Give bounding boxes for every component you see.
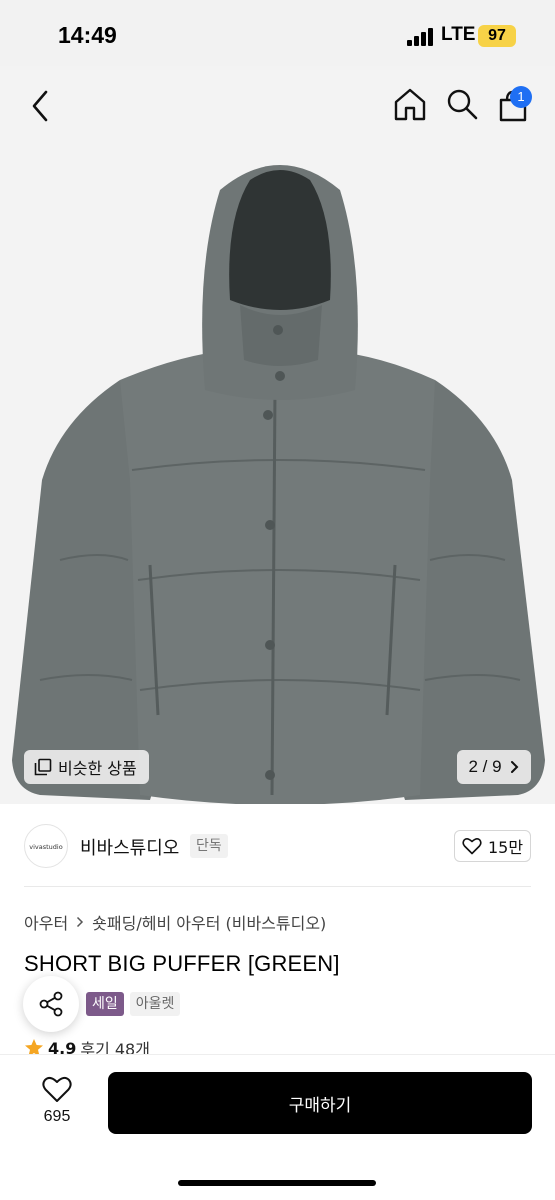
exclusive-tag: 단독	[190, 834, 228, 858]
home-icon[interactable]	[392, 86, 428, 122]
share-button[interactable]	[23, 976, 79, 1032]
product-image[interactable]	[0, 66, 555, 804]
back-icon[interactable]	[26, 88, 56, 124]
search-icon[interactable]	[444, 86, 480, 122]
similar-icon	[34, 758, 52, 776]
brand-like-button[interactable]: 15만	[454, 830, 531, 862]
status-bar: 14:49 LTE 97	[0, 0, 555, 66]
heart-icon	[462, 838, 482, 855]
brand-name[interactable]: 비바스튜디오	[80, 834, 179, 860]
similar-products-label: 비슷한 상품	[58, 759, 137, 778]
network-label: LTE	[441, 24, 476, 45]
sale-badge: 세일	[86, 992, 124, 1016]
divider	[24, 886, 531, 887]
jacket-image	[12, 165, 545, 804]
outlet-badge: 아울렛	[129, 992, 181, 1016]
battery-icon: 97	[478, 25, 516, 47]
similar-products-button[interactable]: 비슷한 상품	[24, 750, 149, 784]
chevron-right-icon	[77, 916, 84, 928]
breadcrumb-category[interactable]: 아우터	[24, 910, 68, 934]
cart-count-badge: 1	[510, 86, 532, 108]
brand-logo[interactable]: vivastudio	[24, 824, 68, 868]
product-title: SHORT BIG PUFFER [GREEN]	[24, 951, 340, 976]
chevron-right-icon	[510, 761, 518, 773]
signal-icon	[407, 28, 435, 46]
like-count: 15만	[487, 838, 524, 857]
breadcrumb-subcategory[interactable]: 숏패딩/헤비 아우터 (비바스튜디오)	[92, 910, 326, 934]
status-time: 14:49	[58, 22, 117, 48]
wishlist-count: 695	[43, 1108, 71, 1125]
page-counter-text: 2 / 9	[468, 757, 502, 776]
image-page-counter[interactable]: 2 / 9	[457, 750, 531, 784]
home-indicator	[178, 1180, 376, 1186]
share-icon	[39, 991, 63, 1017]
buy-button[interactable]: 구매하기	[108, 1072, 532, 1134]
breadcrumb: 아우터 숏패딩/헤비 아우터 (비바스튜디오)	[24, 910, 326, 934]
wishlist-heart-icon[interactable]	[42, 1076, 72, 1104]
